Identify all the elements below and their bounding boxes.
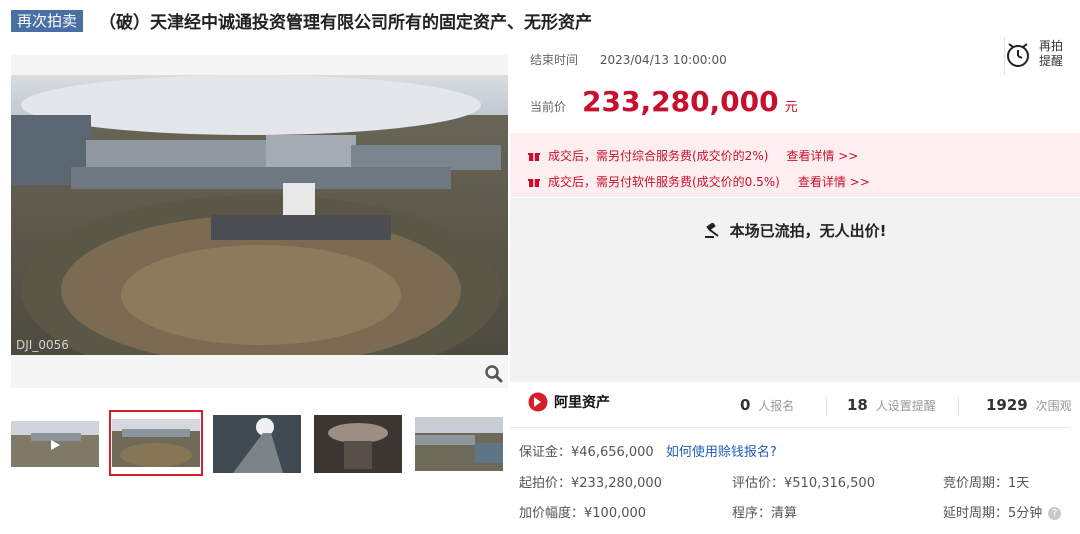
appraisal-price: 评估价：¥510,316,500 [732,476,875,491]
current-price-label: 当前价 [530,100,567,114]
bid-increment: 加价幅度：¥100,000 [519,506,647,521]
stat-divider [958,396,959,416]
deposit-row: 保证金：¥46,656,000 如何使用赊钱报名? [519,441,777,460]
thumbnail-site[interactable] [415,413,503,473]
auction-status: 本场已流拍，无人出价! [510,220,1080,241]
brand-name: 阿里资产 [554,395,610,411]
end-time-label: 结束时间 [530,53,579,67]
reminder-label: 再拍 提醒 [1039,39,1063,69]
stats-bar: 阿里资产 0 人报名 18 人设置提醒 1929 次围观 [510,392,1080,422]
reminder-line1: 再拍 [1039,39,1064,53]
alarm-clock-icon [1007,43,1029,67]
reminder-line2: 提醒 [1039,54,1064,68]
help-icon[interactable]: ? [1048,507,1062,520]
ali-assets-logo-icon [528,392,548,412]
end-time-value: 2023/04/13 10:00:00 [599,53,727,67]
page-title: （破）天津经中诚通投资管理有限公司所有的固定资产、无形资产 [99,13,593,33]
bid-cycle: 竞价周期：1天 [943,476,1030,491]
thumbnail-strip [11,410,516,476]
end-time-row: 结束时间 2023/04/13 10:00:00 [530,51,727,68]
signup-count: 0 [740,396,751,414]
views-count: 1929 [986,396,1028,414]
brand: 阿里资产 [528,392,610,412]
main-image[interactable]: DJI_0056 [11,55,508,388]
auction-status-box: 本场已流拍，无人出价! [510,198,1080,382]
deposit-help-link[interactable]: 如何使用赊钱报名? [666,445,777,460]
reminder-count: 18 [847,396,868,414]
thumbnail-video[interactable] [11,413,99,473]
gift-icon [528,178,540,187]
current-price-row: 当前价 233,280,000 元 [530,85,798,118]
stat-divider [826,396,827,416]
deposit-value: 保证金：¥46,656,000 [519,445,654,460]
thumbnail-lobby[interactable] [314,413,402,473]
reminder-count-label: 人设置提醒 [875,399,936,413]
signup-stat: 0 人报名 [740,396,794,414]
fee-detail-link-software[interactable]: 查看详情 >> [798,173,870,190]
section-divider [510,427,1070,428]
current-price-value: 233,280,000 [582,85,779,118]
auction-type-tag: 再次拍卖 [11,9,84,32]
image-watermark: DJI_0056 [16,338,69,352]
gift-icon [528,152,540,161]
procedure: 程序：清算 [732,506,798,521]
fee-text-service: 成交后，需另付综合服务费(成交价的2%) [548,149,769,163]
thumbnail-road[interactable] [213,413,301,473]
signup-label: 人报名 [758,399,795,413]
gavel-icon [704,222,719,238]
reminder-stat: 18 人设置提醒 [847,396,936,414]
fee-text-software: 成交后，需另付软件服务费(成交价的0.5%) [548,175,780,189]
reminder-button[interactable]: 再拍 提醒 [1005,39,1063,69]
thumbnail-aerial[interactable] [109,410,203,476]
auction-status-text: 本场已流拍，无人出价! [729,222,887,240]
fee-notice-box: 成交后，需另付综合服务费(成交价的2%) 查看详情 >> 成交后，需另付软件服务… [510,133,1080,197]
title-row: 再次拍卖 （破）天津经中诚通投资管理有限公司所有的固定资产、无形资产 [11,8,592,33]
views-stat: 1929 次围观 [986,396,1072,414]
views-label: 次围观 [1035,399,1072,413]
fee-row-service: 成交后，需另付综合服务费(成交价的2%) 查看详情 >> [528,147,858,164]
current-price-unit: 元 [784,100,798,115]
fee-row-software: 成交后，需另付软件服务费(成交价的0.5%) 查看详情 >> [528,173,870,190]
zoom-icon[interactable] [484,364,504,384]
start-price: 起拍价：¥233,280,000 [519,476,662,491]
fee-detail-link-service[interactable]: 查看详情 >> [786,147,858,164]
delay-cycle-row: 延时周期：5分钟? [943,502,1062,521]
delay-cycle: 延时周期：5分钟 [943,506,1043,521]
aerial-photo [11,75,508,388]
